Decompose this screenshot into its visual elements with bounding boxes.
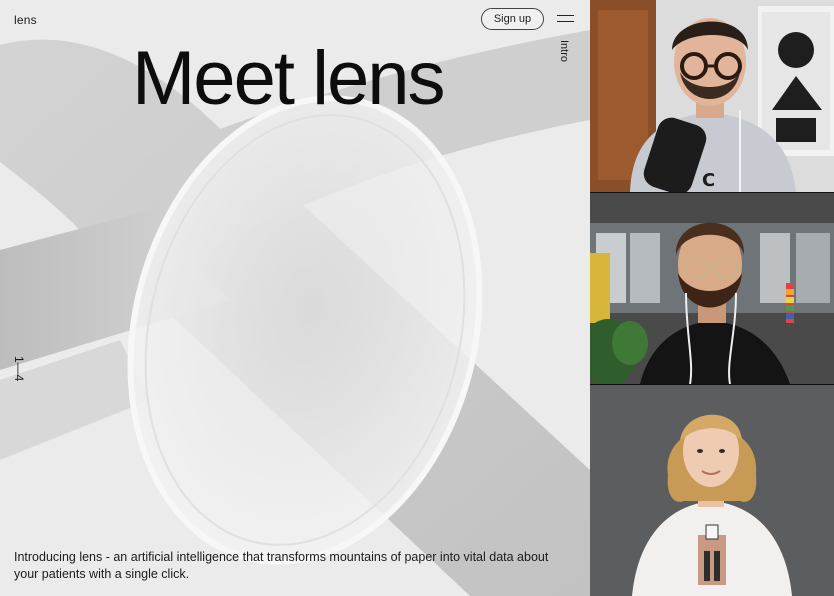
participant-video-1[interactable]: C xyxy=(590,0,834,192)
participant-video-man-beard-glasses-icon xyxy=(590,193,834,384)
sign-up-button[interactable]: Sign up xyxy=(481,8,544,30)
app-window: lens Sign up Intro Meet lens 1—4 Introdu… xyxy=(0,0,834,596)
participant-video-3[interactable] xyxy=(590,385,834,596)
participant-video-2[interactable] xyxy=(590,193,834,384)
page-title: Meet lens xyxy=(132,36,445,121)
participant-video-woman-blonde-icon xyxy=(590,385,834,596)
svg-text:C: C xyxy=(702,170,715,191)
slide-pager: 1—4 xyxy=(12,356,26,382)
hamburger-menu-icon[interactable] xyxy=(557,13,574,23)
section-label-intro: Intro xyxy=(558,40,570,63)
participant-video-man-glasses-headphones-icon: C xyxy=(590,0,834,192)
intro-description: Introducing lens - an artificial intelli… xyxy=(14,550,549,581)
brand-logo[interactable]: lens xyxy=(14,13,37,27)
landing-page: lens Sign up Intro Meet lens 1—4 Introdu… xyxy=(0,0,590,596)
